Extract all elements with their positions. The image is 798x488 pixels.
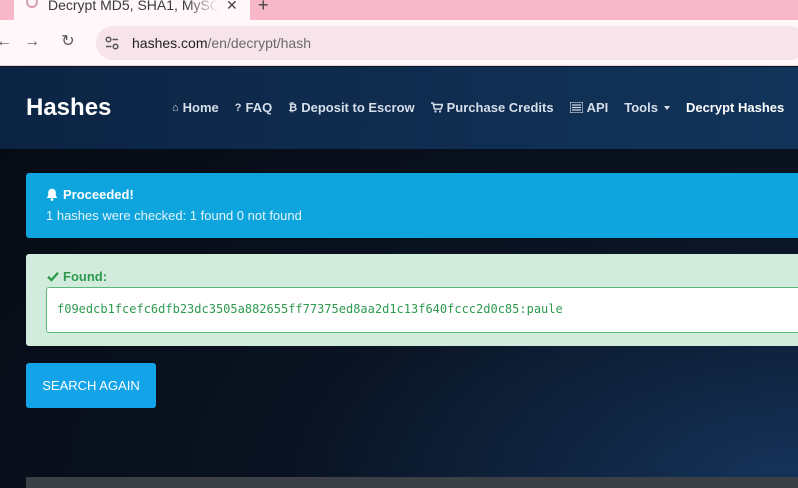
nav-api[interactable]: API — [569, 100, 609, 115]
nav-decrypt-hashes[interactable]: Decrypt Hashes — [686, 100, 784, 115]
info-title-text: Proceeded! — [63, 187, 134, 202]
nav-home[interactable]: ⌂ Home — [172, 100, 219, 115]
search-again-button[interactable]: SEARCH AGAIN — [26, 363, 156, 408]
browser-tab[interactable]: Decrypt MD5, SHA1, MySQL ✕ — [14, 0, 250, 20]
nav-tools-label: Tools — [624, 100, 658, 115]
nav-deposit-label: Deposit to Escrow — [301, 100, 415, 115]
nav-home-label: Home — [182, 100, 219, 115]
list-icon — [569, 102, 583, 113]
browser-toolbar: ← → ↻ hashes.com/en/decrypt/hash — [0, 20, 798, 66]
home-icon: ⌂ — [172, 101, 179, 114]
bitcoin-icon: ₿ — [288, 101, 298, 114]
back-icon[interactable]: ← — [0, 32, 14, 52]
nav-decrypt-label: Decrypt Hashes — [685, 100, 785, 115]
nav-faq-label: FAQ — [245, 100, 273, 115]
found-title-text: Found: — [63, 269, 108, 284]
tab-title: Decrypt MD5, SHA1, MySQL — [48, 0, 218, 13]
close-tab-icon[interactable]: ✕ — [226, 0, 238, 14]
success-alert: Found: f09edcb1fcefc6dfb23dc3505a882655f… — [26, 254, 798, 346]
info-alert-title: Proceeded! — [46, 187, 134, 202]
info-alert: Proceeded! 1 hashes were checked: 1 foun… — [26, 173, 798, 238]
footer-bar — [26, 477, 798, 488]
site-header: Hashes ⌂ Home ? FAQ ₿ Deposit to Escrow … — [0, 67, 798, 149]
question-icon: ? — [234, 101, 242, 114]
brand-logo[interactable]: Hashes — [26, 94, 111, 122]
nav-tools-dropdown[interactable]: Tools — [624, 100, 670, 115]
page-body: Hashes ⌂ Home ? FAQ ₿ Deposit to Escrow … — [0, 67, 798, 488]
found-title: Found: — [47, 269, 107, 284]
url-text[interactable]: hashes.com/en/decrypt/hash — [132, 35, 311, 51]
check-icon — [47, 271, 59, 282]
nav-deposit-escrow[interactable]: ₿ Deposit to Escrow — [288, 100, 414, 115]
address-bar[interactable]: hashes.com/en/decrypt/hash — [96, 26, 798, 60]
caret-down-icon — [663, 105, 670, 110]
url-path: /en/decrypt/hash — [207, 35, 311, 51]
nav-purchase-label: Purchase Credits — [446, 100, 554, 115]
info-alert-message: 1 hashes were checked: 1 found 0 not fou… — [46, 208, 302, 223]
forward-icon[interactable]: → — [22, 32, 42, 52]
nav-purchase-credits[interactable]: Purchase Credits — [430, 100, 554, 115]
bell-icon — [46, 188, 58, 201]
nav-faq[interactable]: ? FAQ — [235, 100, 272, 115]
nav-api-label: API — [586, 100, 609, 115]
favicon-icon — [26, 0, 38, 8]
browser-tabstrip: Decrypt MD5, SHA1, MySQL ✕ + — [0, 0, 798, 20]
cart-icon — [430, 102, 443, 113]
new-tab-button[interactable]: + — [258, 0, 269, 16]
result-field[interactable]: f09edcb1fcefc6dfb23dc3505a882655ff77375e… — [46, 287, 798, 333]
reload-icon[interactable]: ↻ — [58, 32, 78, 52]
url-domain: hashes.com — [132, 35, 208, 51]
main-nav: ⌂ Home ? FAQ ₿ Deposit to Escrow Purchas… — [172, 100, 784, 115]
site-info-icon[interactable] — [104, 35, 120, 51]
result-text: f09edcb1fcefc6dfb23dc3505a882655ff77375e… — [57, 302, 563, 316]
